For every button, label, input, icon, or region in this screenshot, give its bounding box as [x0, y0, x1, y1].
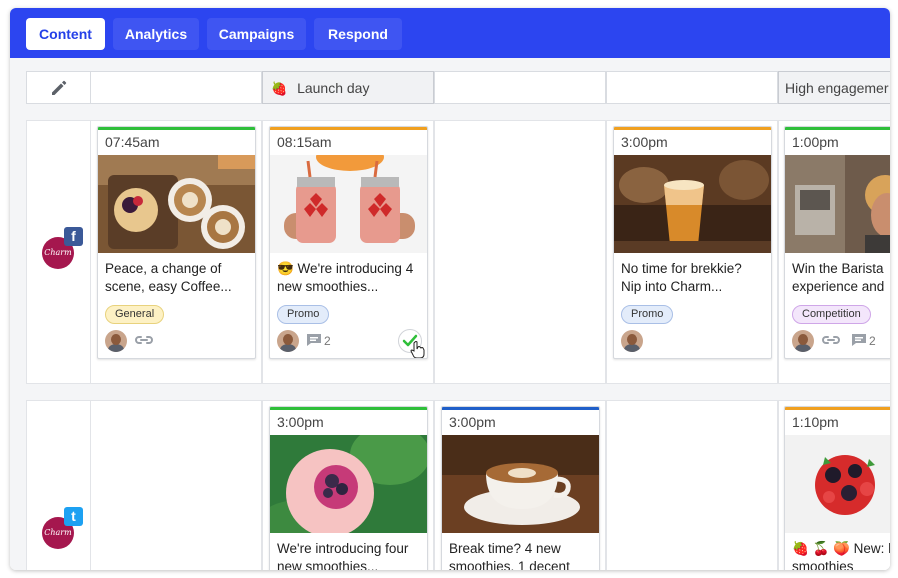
author-avatar[interactable] — [105, 330, 127, 352]
launch-day-label: 🍓 Launch day — [263, 72, 433, 105]
tab-respond[interactable]: Respond — [314, 18, 402, 50]
post-footer: 2 — [270, 324, 427, 358]
date-header-4 — [606, 71, 778, 104]
post-time: 3:00pm — [449, 414, 496, 430]
post-card[interactable]: 3:00pm Break time? 4 new smoothies, 1 de… — [441, 406, 600, 570]
author-avatar[interactable] — [277, 330, 299, 352]
high-engagement-header[interactable]: High engagemer — [778, 71, 890, 104]
post-image-barista — [785, 155, 890, 253]
hand-cursor-icon — [410, 341, 426, 358]
post-footer — [98, 324, 255, 358]
author-avatar[interactable] — [621, 330, 643, 352]
comment-count: 2 — [324, 334, 331, 348]
post-text: No time for brekkie? Nip into Charm... — [621, 261, 742, 294]
top-nav-bar: Content Analytics Campaigns Respond — [10, 8, 890, 58]
post-text: We're introducing four new smoothies... — [277, 541, 409, 570]
post-card[interactable]: 1:10pm 🍓 🍒 🍑 New: l smoothies — [784, 406, 890, 570]
post-image-smoothie-jars — [270, 155, 427, 253]
tab-analytics[interactable]: Analytics — [113, 18, 199, 50]
day-cell[interactable] — [90, 400, 262, 570]
post-tag[interactable]: General — [105, 305, 165, 324]
content-calendar-grid: 🍓 Launch day High engagemer Charm f Char… — [10, 58, 890, 570]
post-card[interactable]: 3:00pm We're introducing four new smooth… — [269, 406, 428, 570]
post-text: 😎 We're introducing 4 new smoothies... — [277, 261, 414, 294]
date-header-1 — [90, 71, 262, 104]
link-icon[interactable] — [134, 333, 154, 349]
high-engagement-label: High engagemer — [785, 80, 889, 96]
row-twitter-profile-cell: Charm t — [26, 400, 91, 570]
day-cell[interactable] — [606, 400, 778, 570]
post-text: Peace, a change of scene, easy Coffee... — [105, 261, 232, 294]
post-card[interactable]: 08:15am 😎 We're introducing 4 new smooth… — [269, 126, 428, 359]
post-time: 3:00pm — [621, 134, 668, 150]
launch-day-header[interactable]: 🍓 Launch day — [262, 71, 434, 104]
post-text: Break time? 4 new smoothies, 1 decent — [449, 541, 570, 570]
date-header-3 — [434, 71, 606, 104]
comment-count: 2 — [869, 334, 876, 348]
post-time: 07:45am — [105, 134, 160, 150]
tab-content[interactable]: Content — [26, 18, 105, 50]
author-avatar[interactable] — [792, 330, 814, 352]
post-time: 08:15am — [277, 134, 332, 150]
post-text: Win the Barista experience and — [792, 261, 885, 294]
post-image-berries — [785, 435, 890, 533]
post-tag[interactable]: Promo — [621, 305, 674, 324]
post-image-smoothie-bowl — [270, 435, 427, 533]
post-time: 1:10pm — [792, 414, 839, 430]
post-card[interactable]: 3:00pm No time for brekkie? Nip into Cha… — [613, 126, 772, 359]
day-cell[interactable] — [434, 120, 606, 384]
comment-icon[interactable] — [304, 333, 324, 349]
post-footer: 2 — [785, 324, 890, 358]
twitter-icon: t — [64, 507, 83, 526]
comment-icon[interactable] — [849, 333, 869, 349]
pencil-icon[interactable] — [49, 78, 69, 98]
post-card[interactable]: 07:45am Peace, a change of scene, easy C… — [97, 126, 256, 359]
post-footer — [614, 324, 771, 358]
post-image-latte-art — [98, 155, 255, 253]
post-image-latte-cup — [442, 435, 599, 533]
strawberry-icon: 🍓 — [271, 81, 288, 96]
post-card[interactable]: 1:00pm Win the Barista experience and Co… — [784, 126, 890, 359]
row-facebook-profile-cell: Charm f — [26, 120, 91, 384]
post-time: 1:00pm — [792, 134, 839, 150]
launch-day-text: Launch day — [297, 80, 370, 96]
app-window: Content Analytics Campaigns Respond 🍓 La… — [10, 8, 890, 570]
post-tag[interactable]: Promo — [277, 305, 330, 324]
edit-header-cell[interactable] — [26, 71, 91, 104]
link-icon[interactable] — [821, 333, 841, 349]
tab-campaigns[interactable]: Campaigns — [207, 18, 306, 50]
post-time: 3:00pm — [277, 414, 324, 430]
post-text: 🍓 🍒 🍑 New: l smoothies — [792, 541, 890, 570]
facebook-icon: f — [64, 227, 83, 246]
post-image-iced-coffee — [614, 155, 771, 253]
post-tag[interactable]: Competition — [792, 305, 871, 324]
